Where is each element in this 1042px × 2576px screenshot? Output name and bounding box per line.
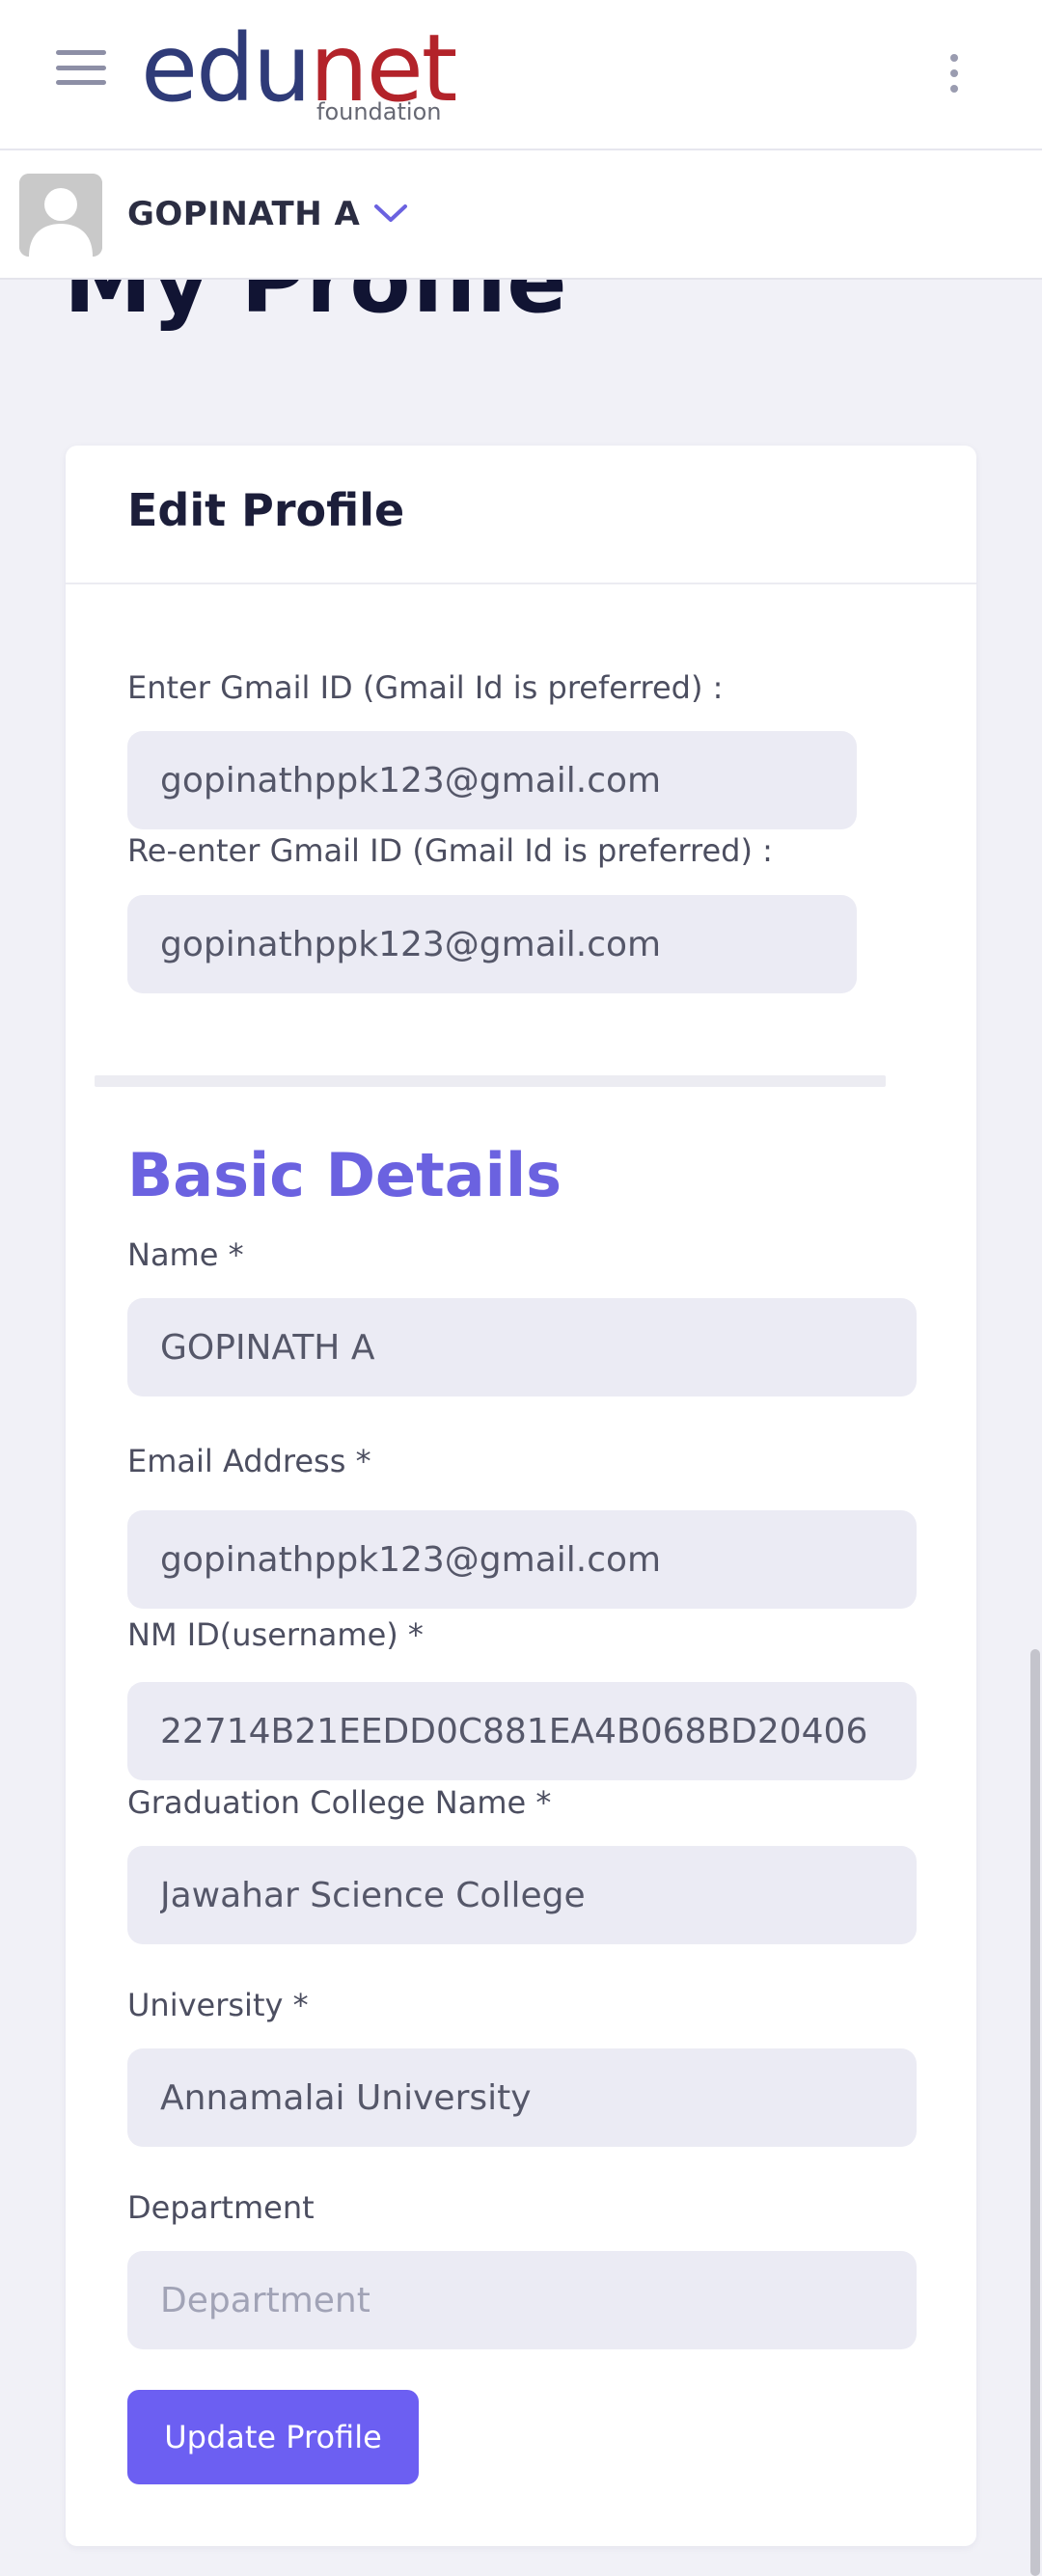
logo-tagline: foundation (316, 98, 442, 125)
hamburger-menu-icon[interactable] (56, 50, 106, 85)
chevron-down-icon[interactable] (372, 199, 409, 228)
college-input[interactable] (127, 1846, 917, 1944)
edit-profile-card: Edit Profile Enter Gmail ID (Gmail Id is… (66, 446, 976, 2546)
gmail-input[interactable] (127, 731, 857, 829)
gmail-reenter-input[interactable] (127, 895, 857, 993)
gmail-label: Enter Gmail ID (Gmail Id is preferred) : (127, 669, 724, 706)
scrollbar-thumb[interactable] (1030, 1649, 1040, 2576)
email-label: Email Address * (127, 1443, 371, 1479)
name-label: Name * (127, 1236, 244, 1273)
top-app-bar: edunet foundation (0, 0, 1042, 150)
edunet-logo[interactable]: edunet foundation (141, 15, 459, 131)
user-bar: GOPINATH A (0, 150, 1042, 280)
update-profile-button[interactable]: Update Profile (127, 2390, 419, 2484)
nmid-input[interactable] (127, 1682, 917, 1780)
name-input[interactable] (127, 1298, 917, 1396)
card-title: Edit Profile (127, 484, 405, 536)
university-input[interactable] (127, 2048, 917, 2147)
email-input[interactable] (127, 1510, 917, 1609)
card-header: Edit Profile (66, 446, 976, 584)
department-label: Department (127, 2189, 315, 2226)
nmid-label: NM ID(username) * (127, 1616, 424, 1653)
section-divider (95, 1075, 886, 1087)
college-label: Graduation College Name * (127, 1784, 552, 1821)
department-input[interactable] (127, 2251, 917, 2349)
basic-details-title: Basic Details (127, 1140, 562, 1210)
default-avatar-icon[interactable] (19, 174, 102, 257)
university-label: University * (127, 1987, 309, 2023)
kebab-more-icon[interactable] (947, 54, 961, 93)
gmail-reenter-label: Re-enter Gmail ID (Gmail Id is preferred… (127, 832, 773, 869)
user-name[interactable]: GOPINATH A (127, 195, 360, 233)
